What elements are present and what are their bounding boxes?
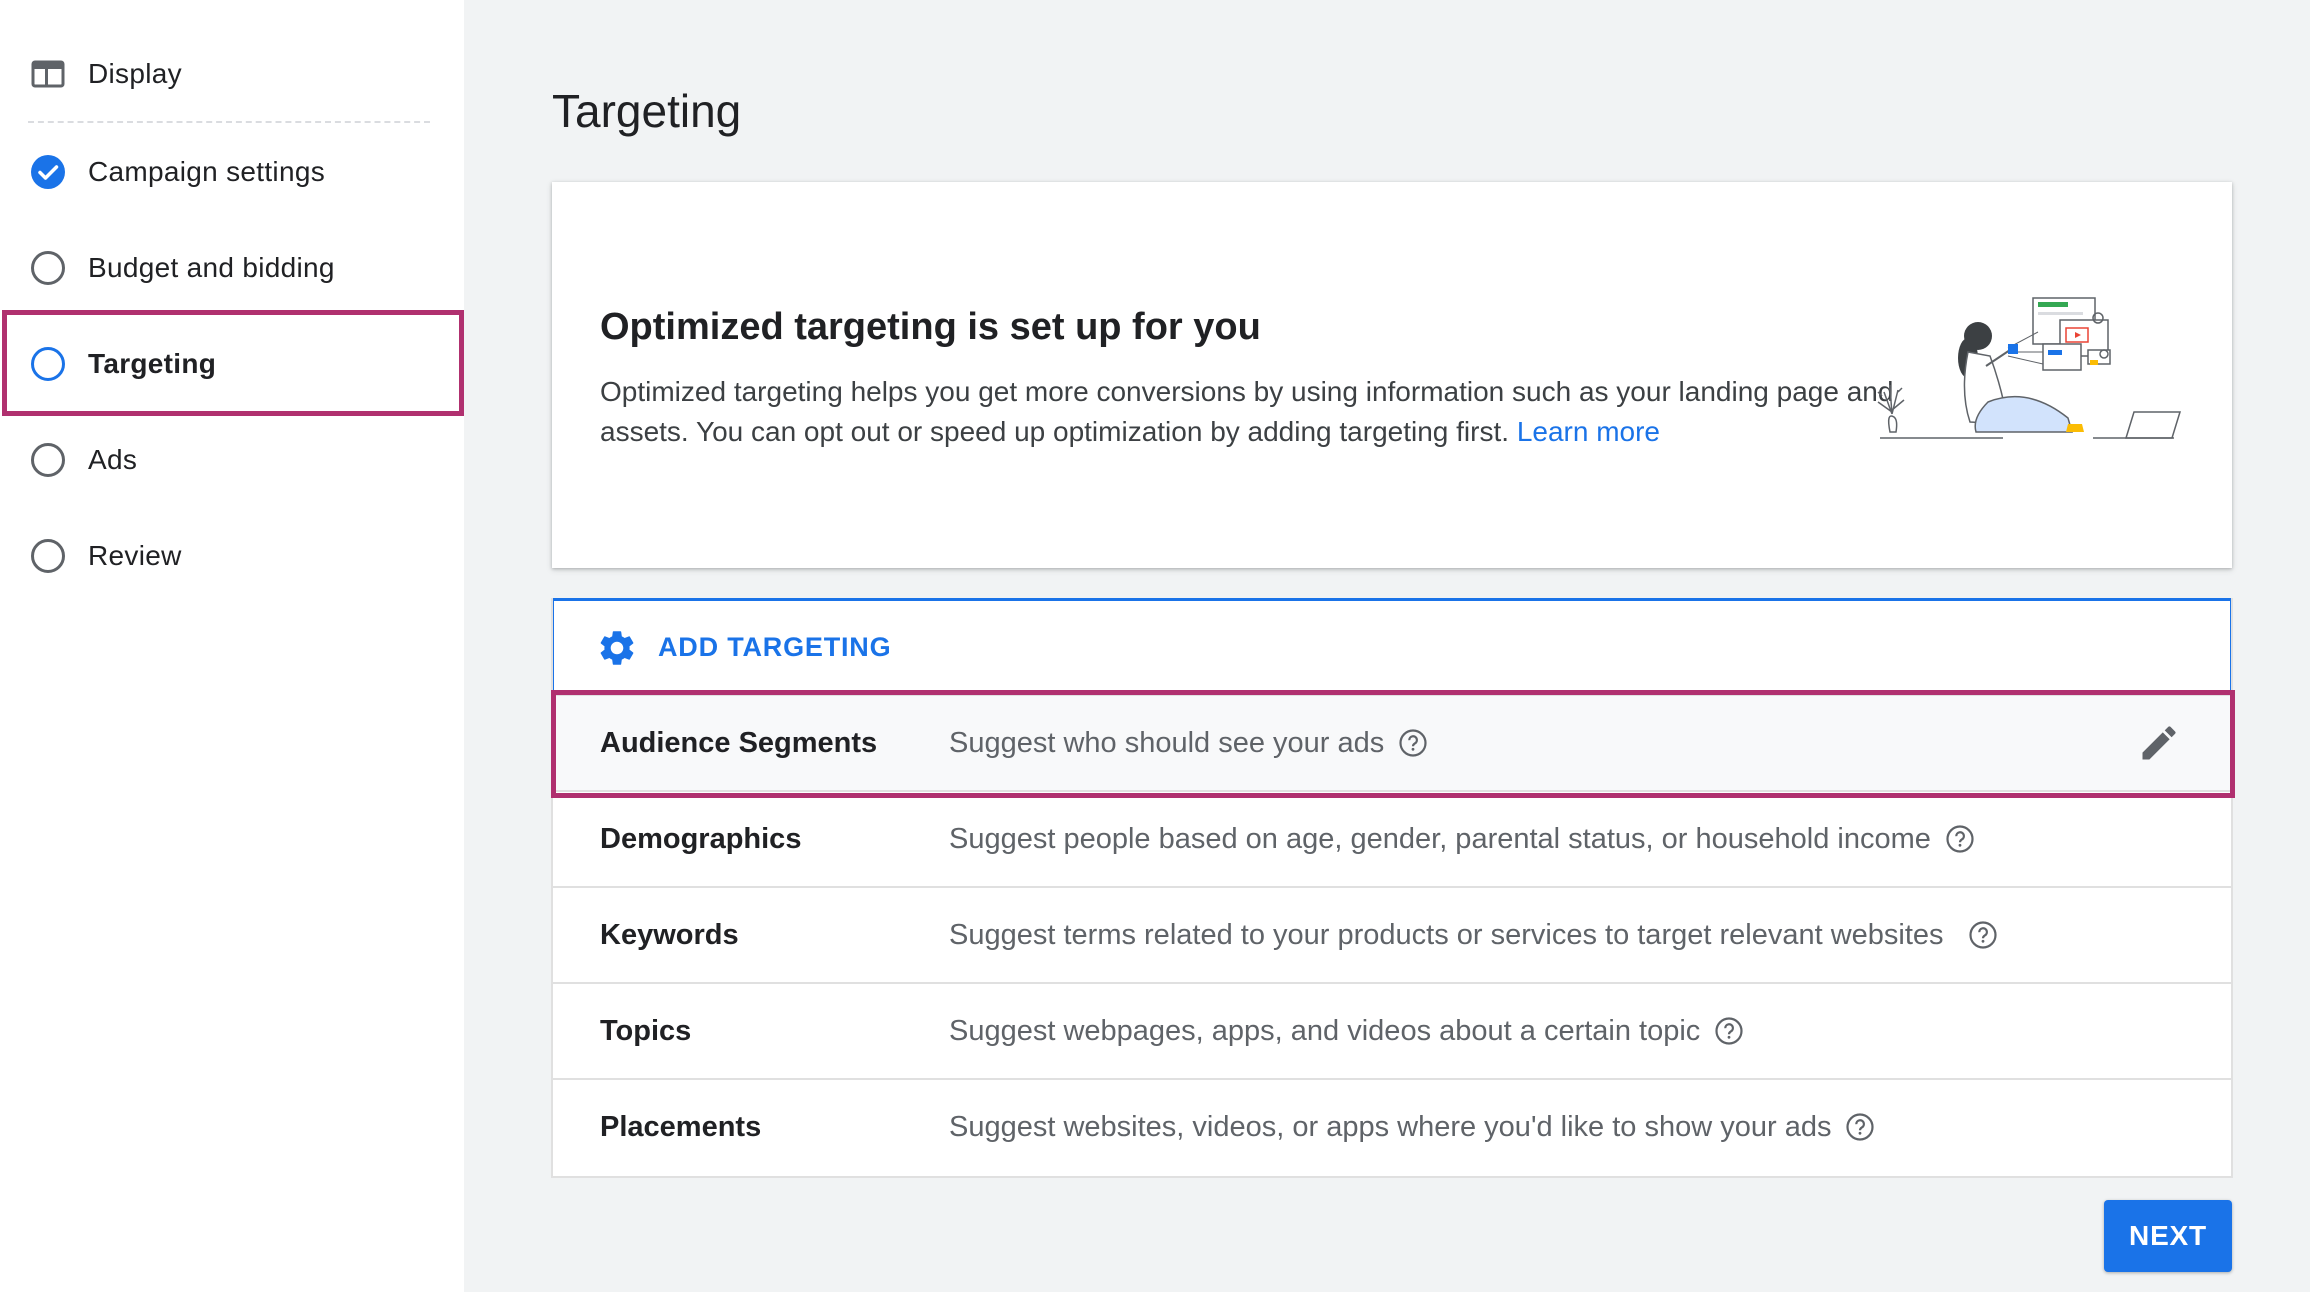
row-name: Demographics xyxy=(600,822,802,855)
sidebar-item-label: Budget and bidding xyxy=(88,252,335,283)
sidebar-item-label: Campaign settings xyxy=(88,156,326,187)
circle-outline-icon xyxy=(30,442,66,478)
help-icon[interactable] xyxy=(1945,824,1975,854)
person-with-screens-illustration xyxy=(1877,297,2182,439)
sidebar-divider xyxy=(28,121,430,123)
next-button[interactable]: NEXT xyxy=(2104,1200,2232,1272)
sidebar-highlight-box xyxy=(2,310,464,416)
row-name: Keywords xyxy=(600,918,739,951)
row-description: Suggest terms related to your products o… xyxy=(949,919,1998,952)
info-card-title: Optimized targeting is set up for you xyxy=(600,306,1261,348)
sidebar-item-label: Display xyxy=(88,58,182,89)
targeting-panel: ADD TARGETING Audience Segments Suggest … xyxy=(551,598,2233,1178)
display-icon xyxy=(30,56,66,92)
row-description: Suggest people based on age, gender, par… xyxy=(949,823,1975,856)
row-name: Topics xyxy=(600,1014,692,1047)
check-circle-icon xyxy=(30,154,66,190)
help-icon[interactable] xyxy=(1968,920,1998,950)
row-description: Suggest websites, videos, or apps where … xyxy=(949,1111,1875,1144)
sidebar-item-budget-and-bidding[interactable]: Budget and bidding xyxy=(0,220,464,316)
audience-segments-highlight-box xyxy=(551,690,2235,798)
info-card-body: Optimized targeting helps you get more c… xyxy=(600,372,1900,452)
add-targeting-label: ADD TARGETING xyxy=(658,632,892,662)
circle-outline-icon xyxy=(30,538,66,574)
targeting-row-topics[interactable]: Topics Suggest webpages, apps, and video… xyxy=(551,982,2233,1078)
sidebar: Display Campaign settings Budget and bid… xyxy=(0,0,464,1292)
row-name: Placements xyxy=(600,1110,762,1143)
help-icon[interactable] xyxy=(1714,1016,1744,1046)
sidebar-item-display: Display xyxy=(0,26,464,122)
row-description: Suggest webpages, apps, and videos about… xyxy=(949,1015,1744,1048)
page-title: Targeting xyxy=(552,85,742,137)
row-description-text: Suggest webpages, apps, and videos about… xyxy=(949,1014,1701,1047)
row-description-text: Suggest websites, videos, or apps where … xyxy=(949,1110,1832,1143)
targeting-row-placements[interactable]: Placements Suggest websites, videos, or … xyxy=(551,1078,2233,1174)
sidebar-item-label: Review xyxy=(88,540,182,571)
optimized-targeting-card: Optimized targeting is set up for you Op… xyxy=(552,182,2232,568)
sidebar-item-ads[interactable]: Ads xyxy=(0,412,464,508)
row-description-text: Suggest terms related to your products o… xyxy=(949,918,1944,951)
help-icon[interactable] xyxy=(1845,1112,1875,1142)
sidebar-item-campaign-settings[interactable]: Campaign settings xyxy=(0,124,464,220)
targeting-row-keywords[interactable]: Keywords Suggest terms related to your p… xyxy=(551,886,2233,982)
info-card-text: Optimized targeting helps you get more c… xyxy=(600,376,1894,447)
row-description-text: Suggest people based on age, gender, par… xyxy=(949,822,1931,855)
learn-more-link[interactable]: Learn more xyxy=(1517,416,1660,447)
circle-outline-icon xyxy=(30,250,66,286)
targeting-row-demographics[interactable]: Demographics Suggest people based on age… xyxy=(551,790,2233,886)
add-targeting-button[interactable]: ADD TARGETING xyxy=(551,598,2233,694)
sidebar-item-label: Ads xyxy=(88,444,138,475)
gear-icon xyxy=(596,627,638,669)
sidebar-item-review[interactable]: Review xyxy=(0,508,464,604)
